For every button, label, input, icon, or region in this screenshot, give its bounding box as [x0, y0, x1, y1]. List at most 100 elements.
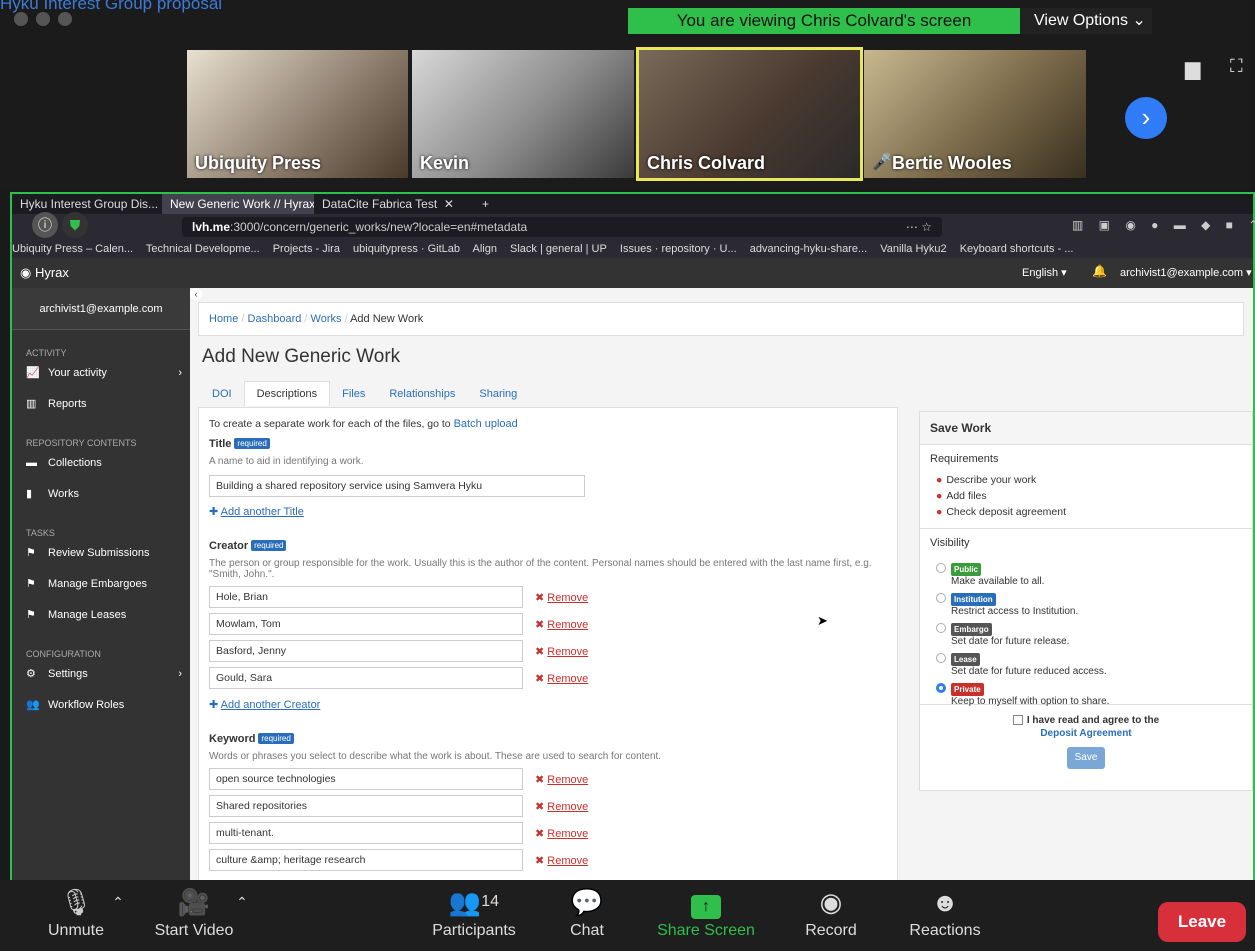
start-video-button[interactable]: 🎥 Start Video	[148, 880, 240, 940]
close-window-button[interactable]	[14, 12, 28, 26]
tab-relationships[interactable]: Relationships	[377, 382, 467, 406]
participant-tile[interactable]: Ubiquity Press	[187, 50, 408, 178]
bookmark-item[interactable]: Issues · repository · U...	[620, 243, 737, 255]
bookmark-item[interactable]: Vanilla Hyku2	[880, 243, 946, 255]
visibility-desc: Keep to myself with option to share.	[951, 696, 1110, 707]
breadcrumb-home[interactable]: Home	[209, 313, 238, 325]
participants-button[interactable]: 👥14 Participants	[422, 880, 526, 940]
remove-button[interactable]: ✖ Remove	[535, 800, 588, 813]
remove-button[interactable]: ✖ Remove	[535, 854, 588, 867]
next-page-arrow-icon[interactable]: ›	[1125, 97, 1167, 139]
minimize-window-button[interactable]	[36, 12, 50, 26]
save-button[interactable]: Save	[1067, 747, 1105, 769]
bookmark-star-icon[interactable]: ⋯ ☆	[906, 217, 932, 237]
url-bar[interactable]: lvh.me:3000/concern/generic_works/new?lo…	[182, 217, 942, 237]
fullscreen-icon[interactable]: ⛶	[1230, 56, 1243, 77]
browser-tab-active[interactable]: New Generic Work // Hyrax ✕	[162, 194, 314, 214]
remove-button[interactable]: ✖ Remove	[535, 618, 588, 631]
creator-input[interactable]: Mowlam, Tom	[209, 613, 523, 635]
bookmark-item[interactable]: Technical Developme...	[146, 243, 260, 255]
radio-button[interactable]	[936, 653, 946, 663]
leave-button[interactable]: Leave	[1158, 902, 1246, 942]
user-menu[interactable]: archivist1@example.com ▾	[1120, 266, 1252, 279]
add-title-link[interactable]: ✚ Add another Title	[209, 505, 887, 518]
record-button[interactable]: ◉ Record	[796, 880, 866, 940]
creator-input[interactable]: Basford, Jenny	[209, 640, 523, 662]
tab-descriptions[interactable]: Descriptions	[243, 381, 331, 406]
language-menu[interactable]: English ▾	[1022, 266, 1067, 279]
creator-input[interactable]: Hole, Brian	[209, 586, 523, 608]
bookmark-item[interactable]: Slack | general | UP	[510, 243, 607, 255]
bookmark-item[interactable]: ubiquitypress · GitLab	[353, 243, 460, 255]
collapse-sidebar-icon[interactable]: ‹	[190, 288, 202, 300]
bookmark-item[interactable]: Ubiquity Press – Calen...	[12, 243, 133, 255]
keyword-input[interactable]: culture &amp; heritage research	[209, 849, 523, 871]
view-options-button[interactable]: View Options ⌄	[1020, 8, 1152, 34]
sidebar-item-reports[interactable]: ▥ Reports	[12, 389, 190, 420]
creator-input[interactable]: Gould, Sara	[209, 667, 523, 689]
sidebar-item-collections[interactable]: ▬ Collections	[12, 448, 190, 479]
remove-button[interactable]: ✖ Remove	[535, 773, 588, 786]
viewing-banner: You are viewing Chris Colvard's screen	[628, 8, 1020, 34]
sidebar-item-your-activity[interactable]: 📈 Your activity ›	[12, 358, 190, 389]
keyword-input[interactable]: open source technologies	[209, 768, 523, 790]
sidebar-item-workflow-roles[interactable]: 👥 Workflow Roles	[12, 690, 190, 721]
participant-tile[interactable]: Kevin	[412, 50, 634, 178]
participant-tile-active[interactable]: Chris Colvard	[636, 47, 863, 181]
unmute-button[interactable]: 🎙 Unmute	[36, 880, 116, 940]
layout-icon[interactable]: ▆	[1185, 56, 1200, 81]
participant-tile[interactable]: Bertie Wooles 🎤	[864, 50, 1086, 178]
audio-options-chevron-up-icon[interactable]: ⌃	[108, 894, 128, 911]
radio-button[interactable]	[936, 623, 946, 633]
remove-button[interactable]: ✖ Remove	[535, 672, 588, 685]
deposit-agreement-link[interactable]: Deposit Agreement	[930, 728, 1242, 739]
notifications-bell-icon[interactable]: 🔔	[1092, 264, 1107, 278]
bookmark-item[interactable]: Keyboard shortcuts - ...	[960, 243, 1074, 255]
batch-upload-link[interactable]: Batch upload	[454, 418, 518, 430]
sidebar-item-works[interactable]: ▮ Works	[12, 479, 190, 510]
chat-button[interactable]: 💬 Chat	[562, 880, 612, 940]
radio-button[interactable]	[936, 593, 946, 603]
visibility-option-public[interactable]: Public Make available to all.	[936, 563, 1242, 587]
extension-icons[interactable]: ▥ ▣ ◉ ● ▬ ◆ ■ ⌃ ✲ ≡	[1072, 218, 1255, 232]
info-icon[interactable]: ⓘ	[32, 212, 58, 238]
browser-tab[interactable]: DataCite Fabrica Test ✕	[314, 194, 474, 214]
window-controls[interactable]	[14, 12, 80, 31]
bookmark-item[interactable]: Align	[472, 243, 496, 255]
bookmark-item[interactable]: Projects - Jira	[273, 243, 340, 255]
agreement-checkbox-row[interactable]: I have read and agree to the	[930, 715, 1242, 726]
add-creator-link[interactable]: ✚ Add another Creator	[209, 698, 887, 711]
bookmark-item[interactable]: advancing-hyku-share...	[750, 243, 867, 255]
tab-sharing[interactable]: Sharing	[467, 382, 529, 406]
sidebar-item-manage-leases[interactable]: ⚑ Manage Leases	[12, 600, 190, 631]
breadcrumb-works[interactable]: Works	[311, 313, 342, 325]
keyword-input[interactable]: Shared repositories	[209, 795, 523, 817]
radio-button[interactable]	[936, 563, 946, 573]
visibility-option-lease[interactable]: Lease Set date for future reduced access.	[936, 653, 1242, 677]
sidebar-item-manage-embargoes[interactable]: ⚑ Manage Embargoes	[12, 569, 190, 600]
radio-button-selected[interactable]	[936, 683, 946, 693]
breadcrumb-dashboard[interactable]: Dashboard	[248, 313, 302, 325]
share-screen-button[interactable]: ↑ Share Screen	[650, 880, 762, 940]
visibility-option-embargo[interactable]: Embargo Set date for future release.	[936, 623, 1242, 647]
brand[interactable]: ◉ Hyrax	[20, 265, 69, 281]
remove-button[interactable]: ✖ Remove	[535, 827, 588, 840]
remove-button[interactable]: ✖ Remove	[535, 591, 588, 604]
new-tab-button[interactable]: +	[474, 194, 494, 214]
sidebar-item-settings[interactable]: ⚙ Settings ›	[12, 659, 190, 690]
tab-files[interactable]: Files	[330, 382, 377, 406]
maximize-window-button[interactable]	[58, 12, 72, 26]
shield-icon[interactable]: ⛊	[62, 212, 88, 238]
remove-button[interactable]: ✖ Remove	[535, 645, 588, 658]
sidebar-item-review-submissions[interactable]: ⚑ Review Submissions	[12, 538, 190, 569]
keyword-input[interactable]: multi-tenant.	[209, 822, 523, 844]
visibility-option-institution[interactable]: Institution Restrict access to Institutio…	[936, 593, 1242, 617]
browser-tab[interactable]: Hyku Interest Group Dis... ✕	[12, 194, 162, 214]
tab-doi[interactable]: DOI	[200, 382, 244, 406]
video-options-chevron-up-icon[interactable]: ⌃	[232, 894, 252, 911]
reactions-button[interactable]: ☻ Reactions	[900, 880, 990, 940]
visibility-option-private[interactable]: Private Keep to myself with option to sha…	[936, 683, 1242, 707]
required-badge: required	[234, 438, 270, 449]
title-input[interactable]: Building a shared repository service usi…	[209, 475, 585, 497]
agreement-checkbox[interactable]	[1012, 715, 1023, 726]
